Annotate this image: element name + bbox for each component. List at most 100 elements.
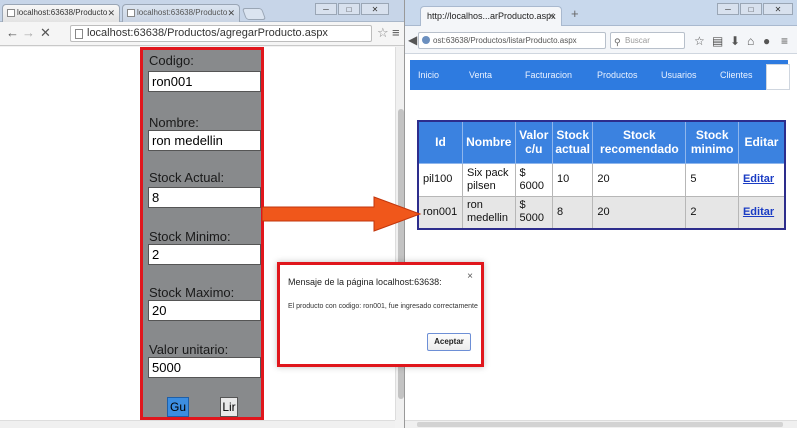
star-icon[interactable]: ☆ bbox=[694, 34, 705, 48]
search-icon: ⚲ bbox=[614, 37, 621, 47]
right-toolbar: ◀ ost:63638/Productos/listarProducto.asp… bbox=[405, 26, 797, 54]
cell-stock-actual: 10 bbox=[551, 162, 594, 197]
menu-item-usuarios[interactable]: Usuarios bbox=[661, 60, 697, 90]
menu-icon[interactable]: ≡ bbox=[781, 34, 788, 48]
maximize-icon[interactable]: □ bbox=[338, 3, 360, 15]
new-tab-icon[interactable]: + bbox=[571, 6, 579, 21]
guardar-button[interactable]: Gu bbox=[167, 397, 189, 417]
dialog-title: Mensaje de la página localhost:63638: bbox=[288, 277, 442, 287]
table-row: pil100 Six pack pilsen $ 6000 10 20 5 Ed… bbox=[417, 162, 786, 197]
chat-icon[interactable]: ● bbox=[763, 34, 770, 48]
header-id: Id bbox=[417, 120, 463, 164]
header-stock-minimo: Stock minimo bbox=[685, 120, 739, 164]
minimize-icon[interactable]: ─ bbox=[315, 3, 337, 15]
close-icon[interactable]: ✕ bbox=[547, 7, 555, 25]
maximize-icon[interactable]: □ bbox=[740, 3, 762, 15]
aceptar-button[interactable]: Aceptar bbox=[427, 333, 471, 351]
cell-id: ron001 bbox=[417, 195, 463, 230]
cell-valor: $ 6000 bbox=[514, 162, 553, 197]
address-text: localhost:63638/Productos/agregarProduct… bbox=[87, 27, 328, 39]
new-tab-button[interactable] bbox=[241, 8, 267, 20]
menu-item-active[interactable] bbox=[766, 64, 790, 90]
page-icon bbox=[7, 9, 15, 17]
scrollbar-thumb[interactable] bbox=[417, 422, 783, 427]
header-stock-recomendado: Stock recomendado bbox=[592, 120, 687, 164]
close-window-icon[interactable]: ✕ bbox=[361, 3, 389, 15]
back-icon[interactable]: ◀ bbox=[408, 33, 417, 47]
address-text: ost:63638/Productos/listarProducto.aspx bbox=[433, 36, 577, 45]
header-nombre: Nombre bbox=[461, 120, 516, 164]
search-box[interactable]: ⚲ Buscar bbox=[610, 32, 685, 49]
stock-actual-input[interactable]: 8 bbox=[148, 187, 261, 208]
editar-link[interactable]: Editar bbox=[743, 173, 774, 185]
close-icon[interactable]: × bbox=[467, 271, 473, 282]
left-tab-strip: localhost:63638/Producto ✕ localhost:636… bbox=[0, 0, 404, 22]
back-icon[interactable]: ← bbox=[6, 25, 19, 40]
menu-item-clientes[interactable]: Clientes bbox=[720, 60, 753, 90]
arrow-shape bbox=[262, 196, 422, 232]
valor-unitario-label: Valor unitario: bbox=[149, 342, 229, 357]
app-menu-bar: Inicio Venta Facturacion Productos Usuar… bbox=[410, 60, 790, 90]
dialog-message: El producto con codigo: ron001, fue ingr… bbox=[288, 303, 478, 310]
products-table: Id Nombre Valor c/u Stock actual Stock r… bbox=[417, 120, 786, 230]
cell-stock-minimo: 2 bbox=[685, 195, 739, 230]
left-tab-1[interactable]: localhost:63638/Producto ✕ bbox=[2, 4, 120, 22]
cell-stock-actual: 8 bbox=[551, 195, 594, 230]
limpiar-button[interactable]: Lir bbox=[220, 397, 238, 417]
cell-id: pil100 bbox=[417, 162, 463, 197]
menu-item-productos[interactable]: Productos bbox=[597, 60, 638, 90]
bookmarks-icon[interactable]: ▤ bbox=[712, 34, 723, 48]
forward-icon[interactable]: → bbox=[22, 25, 35, 40]
close-icon[interactable]: ✕ bbox=[107, 5, 115, 21]
left-tab-1-title: localhost:63638/Producto bbox=[17, 8, 108, 17]
cell-nombre: Six pack pilsen bbox=[461, 162, 516, 197]
globe-icon bbox=[422, 36, 430, 44]
nombre-input[interactable]: ron medellin bbox=[148, 130, 261, 151]
header-valor: Valor c/u bbox=[514, 120, 553, 164]
alert-dialog: Mensaje de la página localhost:63638: × … bbox=[277, 262, 484, 367]
table-row: ron001 ron medellin $ 5000 8 20 2 Editar bbox=[417, 195, 786, 230]
cell-nombre: ron medellin bbox=[461, 195, 516, 230]
menu-icon[interactable]: ≡ bbox=[392, 25, 400, 40]
download-icon[interactable]: ⬇ bbox=[730, 34, 740, 48]
stock-maximo-input[interactable]: 20 bbox=[148, 300, 261, 321]
stock-minimo-input[interactable]: 2 bbox=[148, 244, 261, 265]
stock-actual-label: Stock Actual: bbox=[149, 170, 225, 185]
right-horizontal-scrollbar[interactable] bbox=[405, 420, 797, 428]
product-form: Codigo: ron001 Nombre: ron medellin Stoc… bbox=[140, 47, 264, 420]
cell-editar: Editar bbox=[737, 195, 786, 230]
menu-item-inicio[interactable]: Inicio bbox=[418, 60, 439, 90]
table-header-row: Id Nombre Valor c/u Stock actual Stock r… bbox=[417, 120, 786, 164]
cell-stock-minimo: 5 bbox=[685, 162, 739, 197]
page-icon bbox=[75, 29, 83, 39]
address-bar[interactable]: ost:63638/Productos/listarProducto.aspx bbox=[418, 32, 606, 49]
header-editar: Editar bbox=[737, 120, 786, 164]
minimize-icon[interactable]: ─ bbox=[717, 3, 739, 15]
right-tab[interactable]: http://localhos...arProducto.aspx ✕ bbox=[420, 6, 562, 26]
address-bar[interactable]: localhost:63638/Productos/agregarProduct… bbox=[70, 25, 372, 42]
left-toolbar: ← → ✕ localhost:63638/Productos/agregarP… bbox=[0, 22, 404, 46]
nombre-label: Nombre: bbox=[149, 115, 199, 130]
header-stock-actual: Stock actual bbox=[551, 120, 594, 164]
stop-icon[interactable]: ✕ bbox=[40, 25, 51, 41]
menu-item-venta[interactable]: Venta bbox=[469, 60, 492, 90]
annotation-arrow bbox=[262, 196, 422, 232]
stock-minimo-label: Stock Minimo: bbox=[149, 229, 231, 244]
left-horizontal-scrollbar[interactable] bbox=[0, 420, 395, 428]
left-tab-2-title: localhost:63638/Producto bbox=[137, 8, 228, 17]
cell-editar: Editar bbox=[737, 162, 786, 197]
home-icon[interactable]: ⌂ bbox=[747, 34, 754, 48]
close-window-icon[interactable]: ✕ bbox=[763, 3, 793, 15]
editar-link[interactable]: Editar bbox=[743, 206, 774, 218]
search-placeholder: Buscar bbox=[625, 36, 650, 45]
star-icon[interactable]: ☆ bbox=[377, 25, 389, 41]
cell-stock-recomendado: 20 bbox=[592, 162, 687, 197]
codigo-input[interactable]: ron001 bbox=[148, 71, 261, 92]
right-tab-strip: http://localhos...arProducto.aspx ✕ + ─ … bbox=[405, 0, 797, 26]
left-tab-2[interactable]: localhost:63638/Producto ✕ bbox=[122, 4, 240, 22]
valor-unitario-input[interactable]: 5000 bbox=[148, 357, 261, 378]
menu-item-facturacion[interactable]: Facturacion bbox=[525, 60, 572, 90]
right-tab-title: http://localhos...arProducto.aspx bbox=[427, 11, 556, 21]
close-icon[interactable]: ✕ bbox=[227, 5, 235, 21]
cell-stock-recomendado: 20 bbox=[592, 195, 687, 230]
